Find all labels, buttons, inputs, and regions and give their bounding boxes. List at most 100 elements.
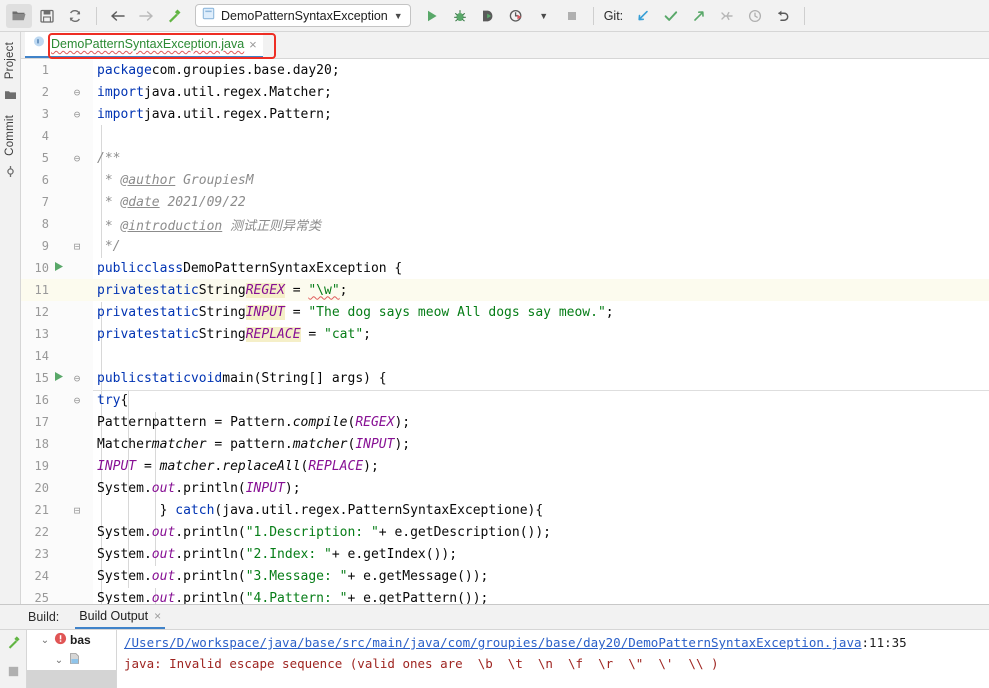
code-line[interactable]: /** — [93, 147, 989, 169]
run-icon[interactable] — [419, 4, 445, 28]
gutter-row[interactable]: 16 ⊖ — [21, 389, 93, 411]
code-line[interactable]: System. out. println("1.Description: " + e.… — [93, 521, 989, 543]
profiler-dropdown-icon[interactable]: ▼ — [531, 4, 557, 28]
code-line[interactable]: * @author GroupiesM — [93, 169, 989, 191]
chevron-down-icon[interactable]: ⌄ — [39, 635, 51, 646]
fold-toggle-icon[interactable]: ⊖ — [67, 108, 87, 121]
stop-icon[interactable] — [6, 664, 21, 684]
code-line[interactable]: Pattern pattern = Pattern. compile(REGEX)… — [93, 411, 989, 433]
gutter-row[interactable]: 23 — [21, 543, 93, 565]
close-icon[interactable]: × — [249, 38, 257, 51]
fold-toggle-icon[interactable]: ⊖ — [67, 394, 87, 407]
gutter-row[interactable]: 3 ⊖ — [21, 103, 93, 125]
code-line[interactable]: System. out. println(INPUT); — [93, 477, 989, 499]
build-tree[interactable]: ⌄ bas ⌄ — [27, 630, 117, 688]
gutter-row[interactable]: 12 — [21, 301, 93, 323]
editor-tab-demopatternsyntaxexception[interactable]: DemoPatternSyntaxException.java × — [25, 32, 263, 58]
code-line[interactable]: try{ — [93, 389, 989, 411]
run-with-coverage-icon[interactable] — [475, 4, 501, 28]
gutter-row[interactable]: 25 — [21, 587, 93, 604]
back-arrow-icon[interactable] — [105, 4, 131, 28]
gutter-row[interactable]: 2 ⊖ — [21, 81, 93, 103]
gutter-row[interactable]: 8 — [21, 213, 93, 235]
build-hammer-icon[interactable] — [5, 634, 22, 656]
gutter-row[interactable]: 24 — [21, 565, 93, 587]
run-gutter-icon[interactable] — [51, 261, 67, 276]
tree-row[interactable]: ⌄ bas — [27, 630, 116, 650]
editor-gutter[interactable]: 1 2 ⊖ 3 ⊖ 4 5 ⊖ 6 7 8 9 ⊟ 10 11 12 13 14 15 ⊖ 16 ⊖ 17 18 19 20 21 ⊟… — [21, 59, 93, 604]
gutter-row[interactable]: 9 ⊟ — [21, 235, 93, 257]
chevron-down-icon[interactable]: ▼ — [394, 11, 403, 21]
code-line[interactable]: public static void main(String[] args) { — [93, 367, 989, 389]
code-line[interactable]: * @introduction 测试正则异常类 — [93, 213, 989, 235]
tree-row[interactable]: ⌄ — [27, 650, 116, 670]
fold-toggle-icon[interactable]: ⊟ — [67, 240, 87, 253]
git-history-icon[interactable] — [742, 4, 768, 28]
gutter-row[interactable]: 10 — [21, 257, 93, 279]
gutter-row[interactable]: 6 — [21, 169, 93, 191]
gutter-row[interactable]: 21 ⊟ — [21, 499, 93, 521]
git-merge-icon[interactable] — [714, 4, 740, 28]
code-line[interactable]: private static String INPUT = "The dog s… — [93, 301, 989, 323]
git-push-icon[interactable] — [686, 4, 712, 28]
run-gutter-icon[interactable] — [51, 371, 67, 386]
tree-row[interactable] — [27, 670, 116, 688]
code-line[interactable]: System. out. println("3.Message: " + e. getM… — [93, 565, 989, 587]
code-line[interactable]: import java. util. regex. Pattern; — [93, 103, 989, 125]
gutter-row[interactable]: 7 — [21, 191, 93, 213]
git-rollback-icon[interactable] — [770, 4, 796, 28]
folder-icon[interactable] — [4, 88, 17, 106]
code-line[interactable] — [93, 125, 989, 147]
stop-icon[interactable] — [559, 4, 585, 28]
gutter-row[interactable]: 19 — [21, 455, 93, 477]
run-configuration-selector[interactable]: DemoPatternSyntaxException ▼ — [195, 4, 411, 27]
code-line[interactable]: * @date 2021/09/22 — [93, 191, 989, 213]
code-line[interactable]: } catch(java. util. regex. PatternSyntaxExc… — [93, 499, 989, 521]
code-line[interactable]: import java. util. regex. Matcher; — [93, 81, 989, 103]
profiler-icon[interactable] — [503, 4, 529, 28]
code-line[interactable]: INPUT = matcher. replaceAll(REPLACE); — [93, 455, 989, 477]
build-output-console[interactable]: /Users/D/workspace/java/base/src/main/ja… — [117, 630, 989, 688]
gutter-row[interactable]: 11 — [21, 279, 93, 301]
gutter-row[interactable]: 4 — [21, 125, 93, 147]
sidebar-item-project[interactable]: Project — [4, 38, 16, 83]
fold-toggle-icon[interactable]: ⊖ — [67, 372, 87, 385]
gutter-row[interactable]: 22 — [21, 521, 93, 543]
code-line[interactable]: public class DemoPatternSyntaxException … — [93, 257, 989, 279]
code-line[interactable]: System. out. println("4.Pattern: " + e. getP… — [93, 587, 989, 605]
debug-icon[interactable] — [447, 4, 473, 28]
code-editor[interactable]: 1 2 ⊖ 3 ⊖ 4 5 ⊖ 6 7 8 9 ⊟ 10 11 12 13 14 15 ⊖ 16 ⊖ 17 18 19 20 21 ⊟… — [21, 59, 989, 604]
gutter-row[interactable]: 5 ⊖ — [21, 147, 93, 169]
gutter-row[interactable]: 1 — [21, 59, 93, 81]
open-folder-icon[interactable] — [6, 3, 32, 28]
code-line[interactable]: private static String REGEX = "\w"; — [93, 279, 989, 301]
build-hammer-icon[interactable] — [161, 4, 187, 28]
code-content[interactable]: package com. groupies. base. day20; import j… — [93, 59, 989, 604]
file-path-link[interactable]: /Users/D/workspace/java/base/src/main/ja… — [124, 635, 862, 650]
sidebar-item-commit[interactable]: Commit — [4, 111, 16, 160]
forward-arrow-icon[interactable] — [133, 4, 159, 28]
code-line[interactable]: Matcher matcher = pattern. matcher(INPUT)… — [93, 433, 989, 455]
chevron-down-icon[interactable]: ⌄ — [53, 655, 65, 666]
sync-icon[interactable] — [62, 4, 88, 28]
gutter-row[interactable]: 14 — [21, 345, 93, 367]
code-line[interactable]: package com. groupies. base. day20; — [93, 59, 989, 81]
gutter-row[interactable]: 20 — [21, 477, 93, 499]
close-icon[interactable]: × — [154, 609, 161, 623]
code-line[interactable]: System. out. println("2.Index: " + e. getInd… — [93, 543, 989, 565]
code-line[interactable] — [93, 345, 989, 367]
code-line[interactable]: */ — [93, 235, 989, 257]
tab-build-output[interactable]: Build Output × — [75, 605, 166, 629]
fold-toggle-icon[interactable]: ⊖ — [67, 152, 87, 165]
save-all-icon[interactable] — [34, 4, 60, 28]
gutter-row[interactable]: 18 — [21, 433, 93, 455]
gutter-row[interactable]: 17 — [21, 411, 93, 433]
fold-toggle-icon[interactable]: ⊟ — [67, 504, 87, 517]
git-update-project-icon[interactable] — [630, 4, 656, 28]
code-line[interactable]: private static String REPLACE = "cat"; — [93, 323, 989, 345]
git-commit-icon[interactable] — [658, 4, 684, 28]
fold-toggle-icon[interactable]: ⊖ — [67, 86, 87, 99]
gutter-row[interactable]: 13 — [21, 323, 93, 345]
gutter-row[interactable]: 15 ⊖ — [21, 367, 93, 389]
commit-node-icon[interactable] — [4, 165, 17, 183]
